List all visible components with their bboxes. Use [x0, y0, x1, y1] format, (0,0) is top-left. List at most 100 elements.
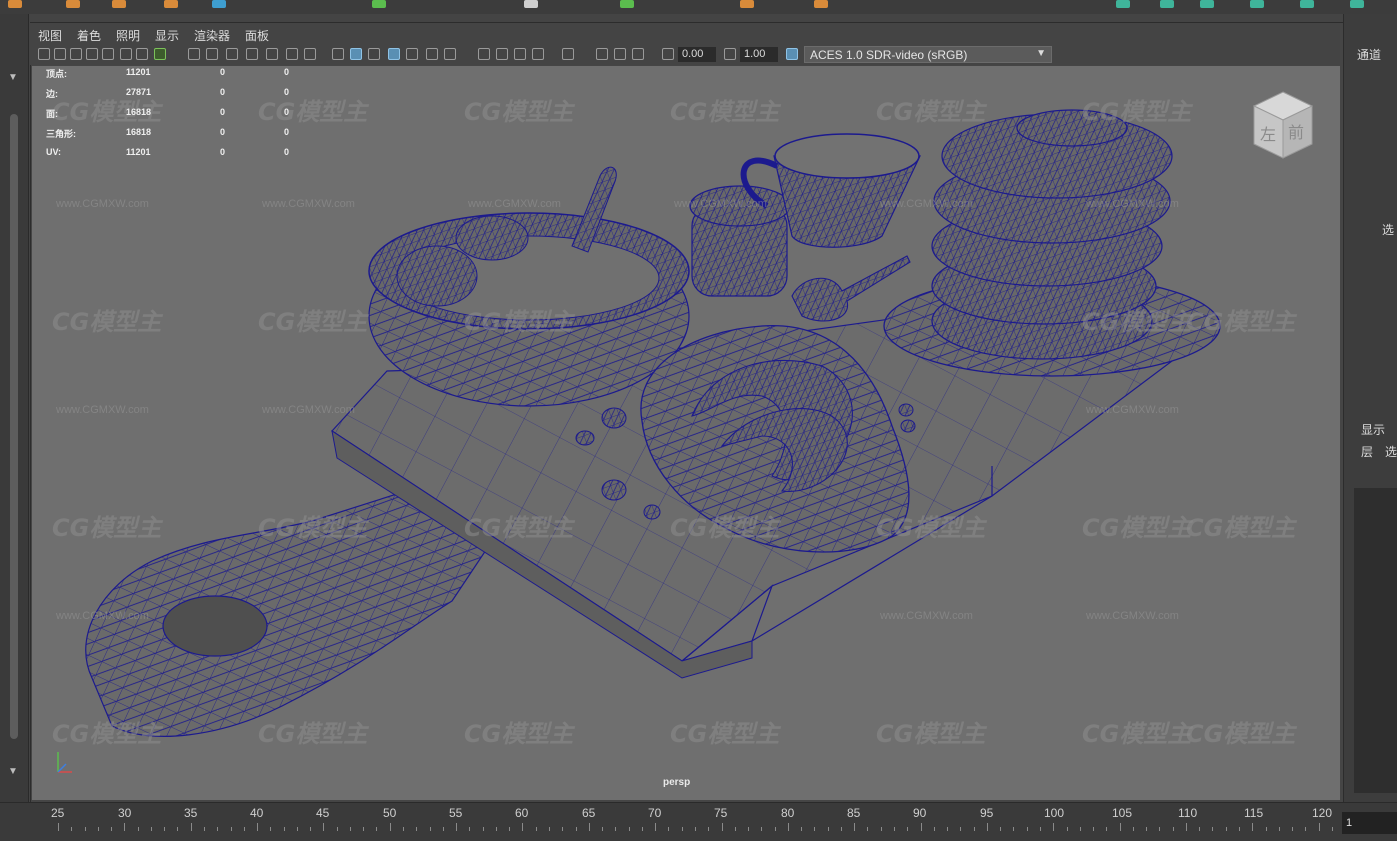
hud-label: 顶点: — [46, 69, 67, 79]
hud-value: 0 — [220, 147, 226, 157]
watermark-logo: CG模型主 — [52, 514, 162, 542]
shelf-icon[interactable] — [524, 0, 538, 8]
wireframe-on-shaded-icon[interactable] — [388, 48, 400, 60]
hud-value: 0 — [220, 107, 226, 117]
tick-mark — [1066, 827, 1068, 831]
3d-viewport[interactable]: CG模型主 CG模型主 CG模型主 CG模型主 CG模型主 CG模型主 CG模型… — [32, 66, 1340, 800]
color-management-icon[interactable] — [786, 48, 798, 60]
wireframe-icon[interactable] — [332, 48, 344, 60]
shelf-icon[interactable] — [1116, 0, 1130, 8]
motion-blur-icon[interactable] — [496, 48, 508, 60]
time-slider[interactable]: 25 30 35 40 45 50 55 60 65 70 75 80 85 9… — [0, 802, 1397, 841]
depth-of-field-icon[interactable] — [532, 48, 544, 60]
exposure-icon[interactable] — [662, 48, 674, 60]
2d-pan-icon[interactable] — [120, 48, 132, 60]
tick-label: 95 — [980, 806, 994, 820]
bookmark-next-icon[interactable] — [86, 48, 98, 60]
shelf-icon[interactable] — [1160, 0, 1174, 8]
tick-mark — [495, 827, 497, 831]
camera-attributes-icon[interactable] — [54, 48, 66, 60]
safe-title-icon[interactable] — [304, 48, 316, 60]
tab-channels[interactable]: 通道 — [1357, 46, 1381, 63]
gamma-field[interactable]: 1.00 — [740, 47, 778, 62]
shelf-icon[interactable] — [1350, 0, 1364, 8]
grease-pencil-icon[interactable] — [136, 48, 148, 60]
shelf-icon[interactable] — [372, 0, 386, 8]
shelf-icon[interactable] — [814, 0, 828, 8]
tick-mark — [681, 827, 683, 831]
xray-icon[interactable] — [596, 48, 608, 60]
shelf-icon[interactable] — [1200, 0, 1214, 8]
menu-renderer[interactable]: 渲染器 — [194, 27, 230, 44]
shelf-icon[interactable] — [112, 0, 126, 8]
shelf-icon[interactable] — [66, 0, 80, 8]
tick-mark — [230, 827, 232, 831]
shelf-icon[interactable] — [8, 0, 22, 8]
shelf-icon[interactable] — [164, 0, 178, 8]
watermark-logo: CG模型主 — [258, 308, 368, 336]
tick-mark — [150, 827, 152, 831]
hud-value: 27871 — [126, 87, 152, 97]
grid-icon[interactable] — [188, 48, 200, 60]
scroll-up-arrow-icon[interactable]: ▼ — [8, 72, 18, 83]
tick-mark — [403, 827, 405, 831]
safe-action-icon[interactable] — [286, 48, 298, 60]
tick-mark — [190, 823, 192, 831]
gamma-icon[interactable] — [724, 48, 736, 60]
menu-layers[interactable]: 层 — [1361, 443, 1373, 460]
watermark-logo: CG模型主 — [258, 98, 368, 126]
textured-icon[interactable] — [406, 48, 418, 60]
menu-lighting[interactable]: 照明 — [116, 27, 140, 44]
tick-mark — [801, 827, 803, 831]
berry — [900, 419, 916, 433]
exposure-field[interactable]: 0.00 — [678, 47, 716, 62]
left-scrollbar[interactable] — [10, 114, 18, 739]
use-all-lights-icon[interactable] — [426, 48, 438, 60]
layer-list[interactable] — [1354, 488, 1397, 793]
menu-panels[interactable]: 面板 — [245, 27, 269, 44]
film-gate-icon[interactable] — [206, 48, 218, 60]
tick-mark — [1146, 827, 1148, 831]
shelf-icon[interactable] — [1300, 0, 1314, 8]
field-chart-icon[interactable] — [266, 48, 278, 60]
resolution-gate-icon[interactable] — [226, 48, 238, 60]
smooth-shade-icon[interactable] — [350, 48, 362, 60]
select-camera-icon[interactable] — [38, 48, 50, 60]
tick-mark — [217, 827, 219, 831]
view-transform-dropdown[interactable]: ACES 1.0 SDR-video (sRGB) ▼ — [804, 46, 1052, 63]
tick-mark — [721, 823, 723, 831]
menu-shading[interactable]: 着色 — [77, 27, 101, 44]
screen-space-ao-icon[interactable] — [478, 48, 490, 60]
xray-components-icon[interactable] — [632, 48, 644, 60]
tick-label: 50 — [383, 806, 397, 820]
bookmark-icon[interactable] — [70, 48, 82, 60]
viewcube-front-face: 前 — [1288, 123, 1304, 142]
image-plane-icon[interactable] — [102, 48, 114, 60]
default-material-icon[interactable] — [368, 48, 380, 60]
hud-value: 16818 — [126, 127, 152, 137]
tick-mark — [814, 827, 816, 831]
tick-mark — [124, 823, 126, 831]
scroll-down-arrow-icon[interactable]: ▼ — [8, 766, 18, 777]
tab-display[interactable]: 显示 — [1361, 421, 1385, 438]
menu-show[interactable]: 显示 — [155, 27, 179, 44]
shelf-icon[interactable] — [620, 0, 634, 8]
tick-mark — [283, 827, 285, 831]
gate-mask-icon[interactable] — [246, 48, 258, 60]
watermark-url: www.CGMXW.com — [56, 610, 149, 622]
current-frame-field[interactable]: 1 — [1342, 812, 1397, 834]
tick-mark — [97, 827, 99, 831]
grease-pencil-active-icon[interactable] — [154, 48, 166, 60]
shelf-icon[interactable] — [212, 0, 226, 8]
tick-mark — [774, 827, 776, 831]
viewcube[interactable]: 左 前 — [1252, 90, 1314, 160]
anti-aliasing-icon[interactable] — [514, 48, 526, 60]
menu-options[interactable]: 选 — [1385, 443, 1397, 460]
menu-view[interactable]: 视图 — [38, 27, 62, 44]
shadows-icon[interactable] — [444, 48, 456, 60]
shelf-icon[interactable] — [1250, 0, 1264, 8]
xray-joints-icon[interactable] — [614, 48, 626, 60]
tick-label: 35 — [184, 806, 198, 820]
shelf-icon[interactable] — [740, 0, 754, 8]
isolate-select-icon[interactable] — [562, 48, 574, 60]
